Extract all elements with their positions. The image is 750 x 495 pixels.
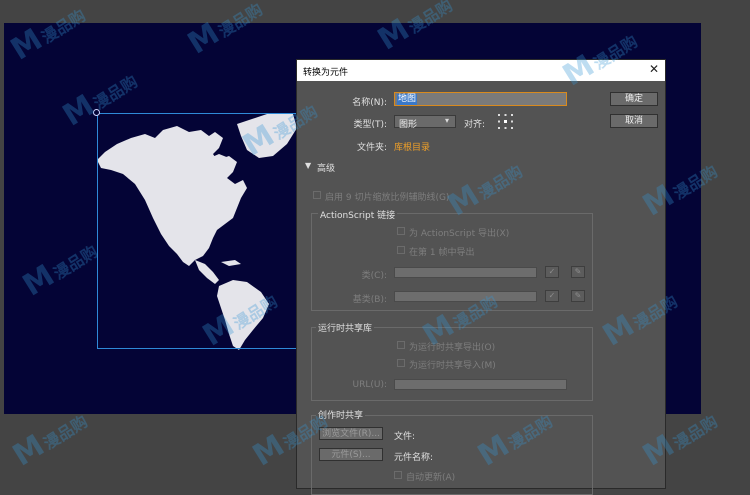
- ok-button[interactable]: 确定: [610, 92, 658, 106]
- align-grid-icon[interactable]: [497, 113, 514, 130]
- name-label: 名称(N):: [352, 98, 387, 108]
- authortime-shared-group-label: 创作时共享: [316, 408, 366, 421]
- symbol-button[interactable]: 元件(S)...: [319, 448, 383, 461]
- file-label: 文件:: [394, 432, 416, 442]
- edit-class-icon[interactable]: ✎: [571, 266, 585, 278]
- url-label: URL(U):: [352, 380, 388, 390]
- edit-base-class-icon[interactable]: ✎: [571, 290, 585, 302]
- symbol-name-label: 元件名称:: [394, 453, 434, 463]
- type-select-value: 图形: [399, 120, 418, 130]
- runtime-export-label: 为运行时共享导出(O): [409, 343, 496, 353]
- name-input[interactable]: 地图: [394, 92, 567, 106]
- validate-base-class-icon[interactable]: ✓: [545, 290, 559, 302]
- export-frame1-checkbox[interactable]: [397, 246, 405, 254]
- url-input[interactable]: [394, 379, 567, 390]
- auto-update-checkbox[interactable]: [394, 471, 402, 479]
- base-class-label: 基类(B):: [352, 295, 387, 305]
- type-label: 类型(T):: [353, 120, 387, 130]
- dialog-titlebar[interactable]: 转换为元件 ✕: [297, 60, 665, 81]
- export-actionscript-checkbox[interactable]: [397, 227, 405, 235]
- align-label: 对齐:: [464, 120, 486, 130]
- dialog-title: 转换为元件: [303, 68, 349, 78]
- validate-class-icon[interactable]: ✓: [545, 266, 559, 278]
- type-select[interactable]: 图形 ▾: [394, 115, 456, 130]
- class-label: 类(C):: [361, 271, 387, 281]
- export-actionscript-label: 为 ActionScript 导出(X): [409, 229, 510, 239]
- export-frame1-label: 在第 1 帧中导出: [409, 248, 475, 258]
- symbol-bounding-box: [97, 113, 297, 349]
- runtime-import-checkbox[interactable]: [397, 359, 405, 367]
- chevron-down-icon: ▾: [445, 116, 450, 125]
- name-input-value: 地图: [397, 94, 418, 105]
- auto-update-label: 自动更新(A): [406, 473, 456, 483]
- advanced-label[interactable]: 高级: [317, 161, 335, 174]
- close-icon[interactable]: ✕: [647, 62, 661, 76]
- nine-slice-label: 启用 9 切片缩放比例辅助线(G): [325, 193, 450, 203]
- runtime-shared-group-label: 运行时共享库: [316, 321, 375, 334]
- class-input[interactable]: [394, 267, 537, 278]
- runtime-import-label: 为运行时共享导入(M): [409, 361, 496, 371]
- registration-point: [93, 109, 100, 116]
- convert-to-symbol-dialog: 转换为元件 ✕ 名称(N): 地图 确定 取消 类型(T): 图形 ▾ 对齐: …: [296, 59, 666, 495]
- collapse-triangle-icon[interactable]: ▼: [305, 161, 311, 170]
- cancel-button[interactable]: 取消: [610, 114, 658, 128]
- nine-slice-checkbox[interactable]: [313, 191, 321, 199]
- browse-file-button[interactable]: 浏览文件(R)...: [319, 427, 383, 440]
- folder-label: 文件夹:: [356, 143, 387, 153]
- base-class-input[interactable]: [394, 291, 537, 302]
- folder-link[interactable]: 库根目录: [394, 140, 430, 153]
- actionscript-group-label: ActionScript 链接: [318, 208, 398, 221]
- runtime-export-checkbox[interactable]: [397, 341, 405, 349]
